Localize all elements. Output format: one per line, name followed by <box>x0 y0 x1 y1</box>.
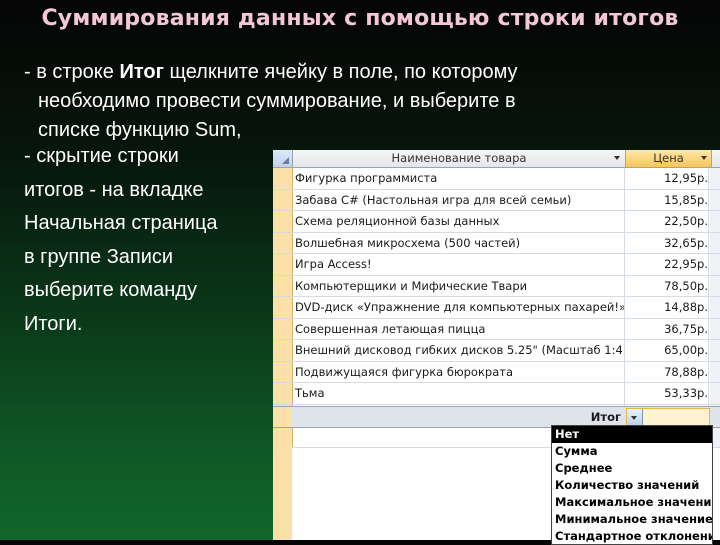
cell-price[interactable]: 78,50р. <box>626 275 709 296</box>
scrollbar-track[interactable] <box>710 297 720 318</box>
row-selector[interactable] <box>273 383 293 404</box>
cell-price[interactable]: 32,65р. <box>626 232 709 253</box>
scrollbar-track[interactable] <box>710 189 720 210</box>
cell-price[interactable]: 15,85р. <box>626 189 709 210</box>
bullet-hide-line: Начальная страница <box>24 212 218 234</box>
column-header-name-label: Наименование товара <box>391 151 527 165</box>
bullet-hide-totals: - скрытие строки итогов - на вкладке Нач… <box>24 140 264 341</box>
scrollbar-track[interactable] <box>710 361 720 382</box>
row-selector[interactable] <box>273 297 293 318</box>
menu-item[interactable]: Среднее <box>552 460 712 477</box>
cell-name[interactable]: Подвижущаяся фигурка бюрократа <box>295 361 625 382</box>
cell-name[interactable]: Фигурка программиста <box>295 168 625 189</box>
scrollbar-track[interactable] <box>710 383 720 404</box>
scrollbar-track[interactable] <box>710 340 720 361</box>
cell-price[interactable]: 36,75р. <box>626 318 709 339</box>
scrollbar-track[interactable] <box>710 275 720 296</box>
chevron-down-icon[interactable] <box>701 156 707 160</box>
cell-price[interactable]: 14,88р. <box>626 297 709 318</box>
column-header-name[interactable]: Наименование товара <box>293 150 626 167</box>
scrollbar-track[interactable] <box>710 168 720 189</box>
chevron-down-icon[interactable] <box>614 156 620 160</box>
cell-price[interactable]: 78,88р. <box>626 361 709 382</box>
scrollbar-track[interactable] <box>710 254 720 275</box>
bullet-hide-line: итогов - на вкладке <box>24 178 204 201</box>
row-selector[interactable] <box>273 361 293 382</box>
table-row[interactable]: Волшебная микросхема (500 частей) 32,65р. <box>273 232 720 254</box>
menu-item[interactable]: Количество значений <box>552 477 712 494</box>
cell-price[interactable]: 65,00р. <box>626 340 709 361</box>
table-row[interactable]: Совершенная летающая пицца 36,75р. <box>273 318 720 340</box>
cell-name[interactable]: DVD-диск «Упражнение для компьютерных па… <box>295 297 625 318</box>
bullet-sum-bold: Итог <box>119 61 164 83</box>
table-row[interactable]: DVD-диск «Упражнение для компьютерных па… <box>273 297 720 319</box>
cell-name[interactable]: Тьма <box>295 383 625 404</box>
row-selector[interactable] <box>273 275 293 296</box>
column-header-price-label: Цена <box>653 151 684 165</box>
table-row[interactable]: Внешний дисковод гибких дисков 5.25" (Ма… <box>273 340 720 362</box>
scrollbar-track[interactable] <box>710 318 720 339</box>
row-selector[interactable] <box>273 340 293 361</box>
bullet-hide-line: в группе Записи <box>24 245 174 268</box>
select-all-button[interactable] <box>273 150 293 167</box>
total-dropdown-button[interactable] <box>627 409 643 426</box>
table-row[interactable]: Схема реляционной базы данных 22,50р. <box>273 211 720 233</box>
menu-item[interactable]: Минимальное значение <box>552 511 712 528</box>
table-row[interactable]: Игра Access! 22,95р. <box>273 254 720 276</box>
table-row[interactable]: Тьма 53,33р. <box>273 383 720 405</box>
cell-price[interactable]: 53,33р. <box>626 383 709 404</box>
row-selector[interactable] <box>273 168 293 189</box>
bullet-sum: - в строке Итог щелкните ячейку в поле, … <box>24 58 624 145</box>
cell-price[interactable]: 12,95р. <box>626 168 709 189</box>
menu-item[interactable]: Сумма <box>552 443 712 460</box>
table-row[interactable]: Подвижущаяся фигурка бюрократа 78,88р. <box>273 361 720 383</box>
cell-name[interactable]: Совершенная летающая пицца <box>295 318 625 339</box>
bullet-sum-text: щелкните ячейку в поле, по которому <box>163 61 518 83</box>
row-selector[interactable] <box>273 189 293 210</box>
scrollbar-track[interactable] <box>710 232 720 253</box>
chevron-down-icon <box>631 416 637 420</box>
cell-name[interactable]: Схема реляционной базы данных <box>295 211 625 232</box>
cell-name[interactable]: Волшебная микросхема (500 частей) <box>295 232 625 253</box>
cell-price[interactable]: 22,50р. <box>626 211 709 232</box>
cell-name[interactable]: Внешний дисковод гибких дисков 5.25" (Ма… <box>295 340 625 361</box>
cell-name[interactable]: Игра Access! <box>295 254 625 275</box>
bullet-hide-line: Итоги. <box>24 312 83 335</box>
cell-price[interactable]: 22,95р. <box>626 254 709 275</box>
slide-title: Суммирования данных с помощью строки ито… <box>41 6 679 31</box>
cell-name[interactable]: Компьютерщики и Мифические Твари <box>295 275 625 296</box>
cell-name[interactable]: Забава C# (Настольная игра для всей семь… <box>295 189 625 210</box>
row-selector[interactable] <box>273 254 293 275</box>
menu-item[interactable]: Максимальное значение <box>552 494 712 511</box>
row-selector-empty <box>273 428 292 540</box>
aggregate-function-menu: Нет Сумма Среднее Количество значений Максим… <box>551 425 713 545</box>
grid-header: Наименование товара Цена <box>273 150 720 168</box>
row-selector[interactable] <box>273 318 293 339</box>
row-selector[interactable] <box>273 232 293 253</box>
column-header-price[interactable]: Цена <box>626 150 712 167</box>
total-row-label: Итог <box>590 410 621 424</box>
row-selector[interactable] <box>273 407 292 427</box>
bullet-sum-line2: необходимо провести суммирование, и выбе… <box>38 90 516 112</box>
menu-item[interactable]: Стандартное отклонение <box>552 528 712 544</box>
row-selector[interactable] <box>273 211 293 232</box>
menu-item[interactable]: Нет <box>552 426 712 443</box>
table-row[interactable]: Компьютерщики и Мифические Твари 78,50р. <box>273 275 720 297</box>
bullet-sum-prefix: - в строке <box>24 61 120 83</box>
bullet-hide-line: выберите команду <box>24 279 197 301</box>
scrollbar-track[interactable] <box>710 211 720 232</box>
table-row[interactable]: Забава C# (Настольная игра для всей семь… <box>273 189 720 211</box>
table-row[interactable]: Фигурка программиста 12,95р. <box>273 168 720 190</box>
bullet-hide-line: - скрытие строки <box>24 145 179 167</box>
